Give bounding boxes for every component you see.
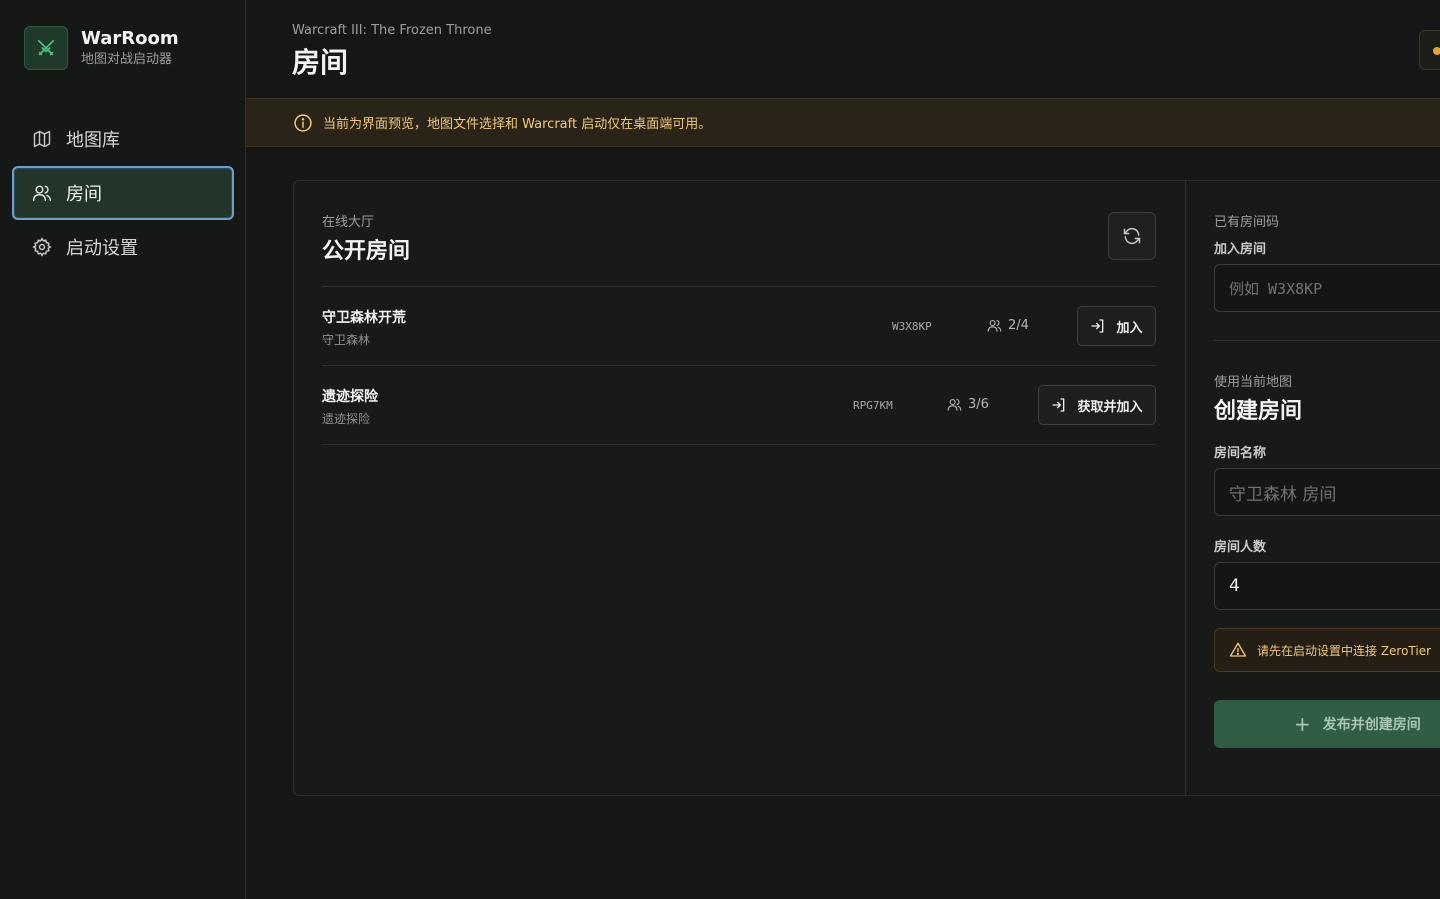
sidebar-item-label: 房间 (66, 184, 102, 205)
status-indicator[interactable] (1419, 30, 1440, 70)
room-name-label: 房间名称 (1214, 446, 1267, 461)
sidebar-item-label: 启动设置 (66, 238, 138, 259)
sidebar-nav: 地图库 房间 启动设置 (12, 112, 234, 274)
rooms-card: 在线大厅 公开房间 守卫森林开荒 守卫森林 W3X8KP 2/4 加入 遗迹探险… (293, 180, 1440, 796)
gear-icon (32, 237, 52, 257)
app-title: WarRoom (81, 27, 179, 49)
brand: WarRoom 地图对战启动器 (24, 26, 179, 70)
room-map: 遗迹探险 (322, 412, 371, 426)
warning-icon (1229, 641, 1247, 659)
join-eyebrow: 已有房间码 (1214, 215, 1280, 230)
lobby-title: 公开房间 (322, 239, 411, 264)
room-name: 遗迹探险 (322, 389, 378, 405)
player-count-text: 2/4 (1008, 318, 1029, 333)
refresh-button[interactable] (1108, 212, 1156, 260)
sidebar-item-map-library[interactable]: 地图库 (12, 112, 234, 166)
room-code: W3X8KP (892, 320, 932, 333)
table-row: 遗迹探险 遗迹探险 RPG7KM 3/6 获取并加入 (322, 366, 1156, 445)
log-in-icon (1090, 318, 1106, 334)
room-size-input[interactable]: 4 (1214, 562, 1440, 610)
join-room-button[interactable]: 加入 (1077, 306, 1156, 346)
map-icon (32, 129, 52, 149)
room-code-input[interactable]: 例如 W3X8KP (1214, 264, 1440, 312)
sidebar-item-launch-settings[interactable]: 启动设置 (12, 220, 234, 274)
main-content: Warcraft III: The Frozen Throne 房间 当前为界面… (246, 0, 1440, 899)
room-code: RPG7KM (853, 399, 893, 412)
create-title: 创建房间 (1214, 399, 1303, 424)
room-player-count: 2/4 (987, 318, 1029, 333)
room-name-input[interactable]: 守卫森林 房间 (1214, 468, 1440, 516)
zerotier-warning: 请先在启动设置中连接 ZeroTier (1214, 628, 1440, 672)
log-in-icon (1051, 397, 1067, 413)
lobby-eyebrow: 在线大厅 (322, 215, 375, 230)
room-list: 守卫森林开荒 守卫森林 W3X8KP 2/4 加入 遗迹探险 遗迹探险 RPG7… (322, 286, 1156, 445)
sidebar-item-label: 地图库 (66, 130, 120, 151)
fetch-and-join-button[interactable]: 获取并加入 (1038, 385, 1156, 425)
room-name: 守卫森林开荒 (322, 310, 406, 326)
button-label: 加入 (1116, 320, 1143, 336)
crossed-swords-icon (24, 26, 68, 70)
game-name: Warcraft III: The Frozen Throne (292, 23, 492, 38)
join-label: 加入房间 (1214, 242, 1267, 257)
button-label: 获取并加入 (1077, 399, 1143, 415)
status-dot-icon (1433, 47, 1440, 55)
button-label: 发布并创建房间 (1322, 717, 1421, 733)
table-row: 守卫森林开荒 守卫森林 W3X8KP 2/4 加入 (322, 287, 1156, 366)
room-player-count: 3/6 (947, 397, 989, 412)
app-subtitle: 地图对战启动器 (81, 51, 173, 67)
users-icon (32, 183, 52, 203)
warning-text: 请先在启动设置中连接 ZeroTier (1257, 643, 1432, 658)
create-eyebrow: 使用当前地图 (1214, 375, 1293, 390)
sidebar: WarRoom 地图对战启动器 地图库 房间 启动设置 (0, 0, 246, 899)
divider (1214, 340, 1440, 341)
player-count-text: 3/6 (968, 397, 989, 412)
publish-create-room-button[interactable]: + 发布并创建房间 (1214, 700, 1440, 748)
info-icon (293, 113, 313, 133)
users-icon (947, 397, 962, 412)
room-actions-panel: 已有房间码 加入房间 例如 W3X8KP 使用当前地图 创建房间 房间名称 守卫… (1185, 181, 1440, 795)
room-size-label: 房间人数 (1214, 540, 1267, 555)
refresh-icon (1122, 226, 1142, 246)
page-title: 房间 (292, 46, 349, 79)
page-header: Warcraft III: The Frozen Throne 房间 (292, 22, 492, 80)
plus-icon: + (1294, 712, 1311, 736)
notice-text: 当前为界面预览，地图文件选择和 Warcraft 启动仅在桌面端可用。 (323, 117, 712, 132)
sidebar-item-rooms[interactable]: 房间 (12, 166, 234, 220)
room-map: 守卫森林 (322, 333, 371, 347)
preview-notice: 当前为界面预览，地图文件选择和 Warcraft 启动仅在桌面端可用。 (246, 98, 1440, 147)
users-icon (987, 318, 1002, 333)
